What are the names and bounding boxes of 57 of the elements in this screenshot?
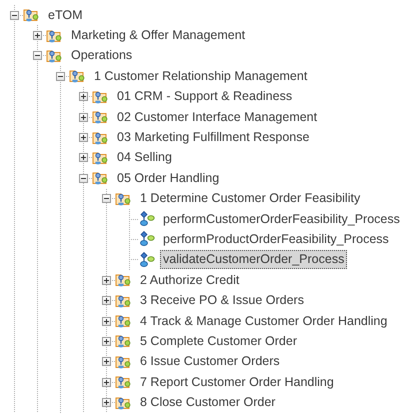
folder-icon: [115, 190, 133, 207]
folder-icon: [92, 109, 110, 126]
collapse-toggle[interactable]: [102, 194, 110, 204]
tree-item[interactable]: performCustomerOrderFeasibility_Process: [160, 210, 403, 229]
expand-toggle[interactable]: [102, 357, 110, 366]
expand-toggle[interactable]: [32, 31, 42, 40]
node-icon: [138, 231, 156, 248]
collapse-toggle[interactable]: [32, 51, 42, 60]
expand-toggle[interactable]: [78, 133, 88, 142]
tree-item[interactable]: 05 Order Handling: [114, 168, 222, 188]
node-icon: [138, 252, 156, 268]
folder-icon: [115, 292, 133, 309]
tree-item[interactable]: 04 Selling: [114, 148, 175, 168]
tree-item[interactable]: eTOM: [45, 6, 86, 25]
tree-item[interactable]: 2 Authorize Credit: [137, 270, 242, 290]
tree-item[interactable]: 3 Receive PO & Issue Orders: [137, 291, 307, 310]
folder-icon: [115, 333, 133, 350]
folder-icon: [92, 170, 110, 186]
folder-icon: [115, 354, 133, 370]
collapse-toggle[interactable]: [78, 174, 88, 183]
expand-toggle[interactable]: [78, 112, 88, 122]
expand-toggle[interactable]: [102, 276, 110, 285]
tree-item[interactable]: 1 Determine Customer Order Feasibility: [137, 189, 364, 208]
collapse-toggle[interactable]: [56, 72, 64, 81]
expand-toggle[interactable]: [78, 92, 88, 102]
expand-toggle[interactable]: [102, 316, 110, 326]
tree-item[interactable]: 7 Report Customer Order Handling: [137, 372, 337, 392]
folder-icon: [115, 313, 133, 330]
tree-item[interactable]: 4 Track & Manage Customer Order Handling: [137, 312, 390, 331]
tree-item[interactable]: 6 Issue Customer Orders: [137, 352, 283, 372]
folder-icon: [46, 28, 64, 44]
expand-toggle[interactable]: [78, 153, 88, 162]
folder-icon: [92, 88, 110, 105]
folder-icon: [46, 48, 64, 64]
folder-icon: [23, 7, 41, 24]
expand-toggle[interactable]: [102, 336, 110, 346]
folder-icon: [92, 130, 110, 146]
tree-item[interactable]: Operations: [68, 46, 136, 66]
tree-item[interactable]: validateCustomerOrder_Process: [160, 250, 348, 270]
expand-toggle[interactable]: [102, 296, 110, 306]
tree-item[interactable]: 5 Complete Customer Order: [137, 332, 300, 351]
folder-icon: [92, 150, 110, 166]
folder-icon: [115, 272, 133, 288]
collapse-toggle[interactable]: [10, 10, 18, 20]
tree-item[interactable]: 03 Marketing Fulfillment Response: [114, 128, 312, 148]
folder-icon: [115, 374, 133, 390]
tree-item[interactable]: Marketing & Offer Management: [68, 26, 248, 46]
folder-icon: [115, 394, 133, 411]
expand-toggle[interactable]: [102, 398, 110, 408]
tree-item[interactable]: 8 Close Customer Order: [137, 393, 278, 412]
folder-icon: [69, 68, 87, 84]
node-icon: [138, 211, 156, 228]
expand-toggle[interactable]: [102, 378, 110, 387]
tree-item[interactable]: performProductOrderFeasibility_Process: [160, 230, 392, 249]
tree-item[interactable]: 02 Customer Interface Management: [114, 108, 320, 127]
tree-item[interactable]: 1 Customer Relationship Management: [91, 66, 310, 86]
tree-item[interactable]: 01 CRM - Support & Readiness: [114, 87, 296, 106]
